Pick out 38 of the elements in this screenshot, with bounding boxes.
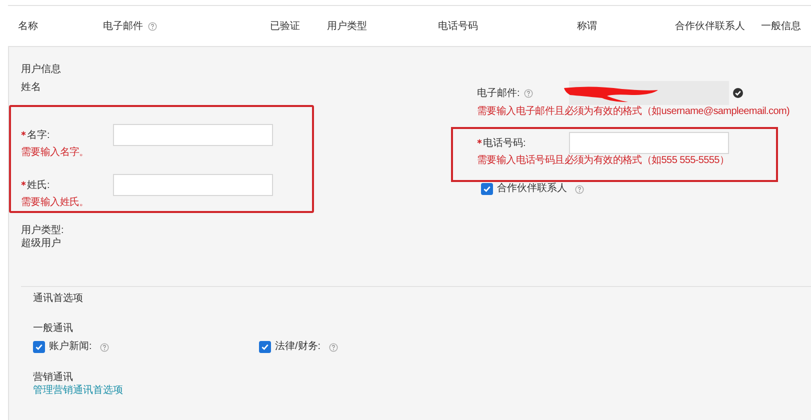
column-header[interactable]: 电子邮件 xyxy=(103,19,143,33)
preferences-link[interactable]: 管理营销通讯首选项 xyxy=(33,384,123,398)
subsection-title: 营销通讯 xyxy=(33,371,74,384)
section-title: 通讯首选项 xyxy=(33,292,84,306)
help-icon[interactable] xyxy=(100,342,109,352)
field-value: 超级用户 xyxy=(21,237,62,250)
error-message: 需要输入姓氏。 xyxy=(21,196,90,210)
input-field[interactable] xyxy=(569,132,729,154)
error-message: 需要输入名字。 xyxy=(21,146,90,160)
field-label: 名字: xyxy=(27,128,50,142)
checkbox[interactable] xyxy=(33,341,45,353)
column-header[interactable]: 一般信息 xyxy=(761,19,801,33)
help-icon[interactable] xyxy=(328,342,338,352)
checkbox[interactable] xyxy=(481,183,493,195)
checkbox-label[interactable]: 账户新闻: xyxy=(49,339,92,355)
field-label: 姓名 xyxy=(21,81,42,95)
column-header[interactable]: 电话号码 xyxy=(438,19,478,33)
help-icon[interactable] xyxy=(524,88,533,98)
help-icon[interactable] xyxy=(575,184,584,194)
column-header[interactable]: 称谓 xyxy=(577,19,597,33)
column-header[interactable]: 用户类型 xyxy=(327,19,367,33)
help-icon[interactable] xyxy=(148,22,157,30)
column-header[interactable]: 已验证 xyxy=(270,19,300,33)
section-title: 用户信息 xyxy=(21,63,62,77)
column-header[interactable]: 名称 xyxy=(18,19,38,33)
checkbox-label[interactable]: 法律/财务: xyxy=(275,339,321,355)
checkbox-label[interactable]: 合作伙伴联系人 xyxy=(497,182,567,196)
input-field[interactable] xyxy=(113,174,273,196)
field-label: 电子邮件: xyxy=(477,86,520,100)
field-label: 用户类型: xyxy=(21,224,65,237)
checkbox[interactable] xyxy=(259,341,271,353)
field-label: 姓氏: xyxy=(27,178,50,192)
subsection-title: 一般通讯 xyxy=(33,322,74,335)
column-header[interactable]: 合作伙伴联系人 xyxy=(675,19,745,33)
field-label: 电话号码: xyxy=(483,136,526,150)
error-message: 需要输入电子邮件且必须为有效的格式（如username@sampleemail.com) xyxy=(477,105,791,119)
error-message: 需要输入电话号码且必须为有效的格式（如555 555-5555） xyxy=(477,154,730,168)
input-field[interactable] xyxy=(113,124,273,146)
